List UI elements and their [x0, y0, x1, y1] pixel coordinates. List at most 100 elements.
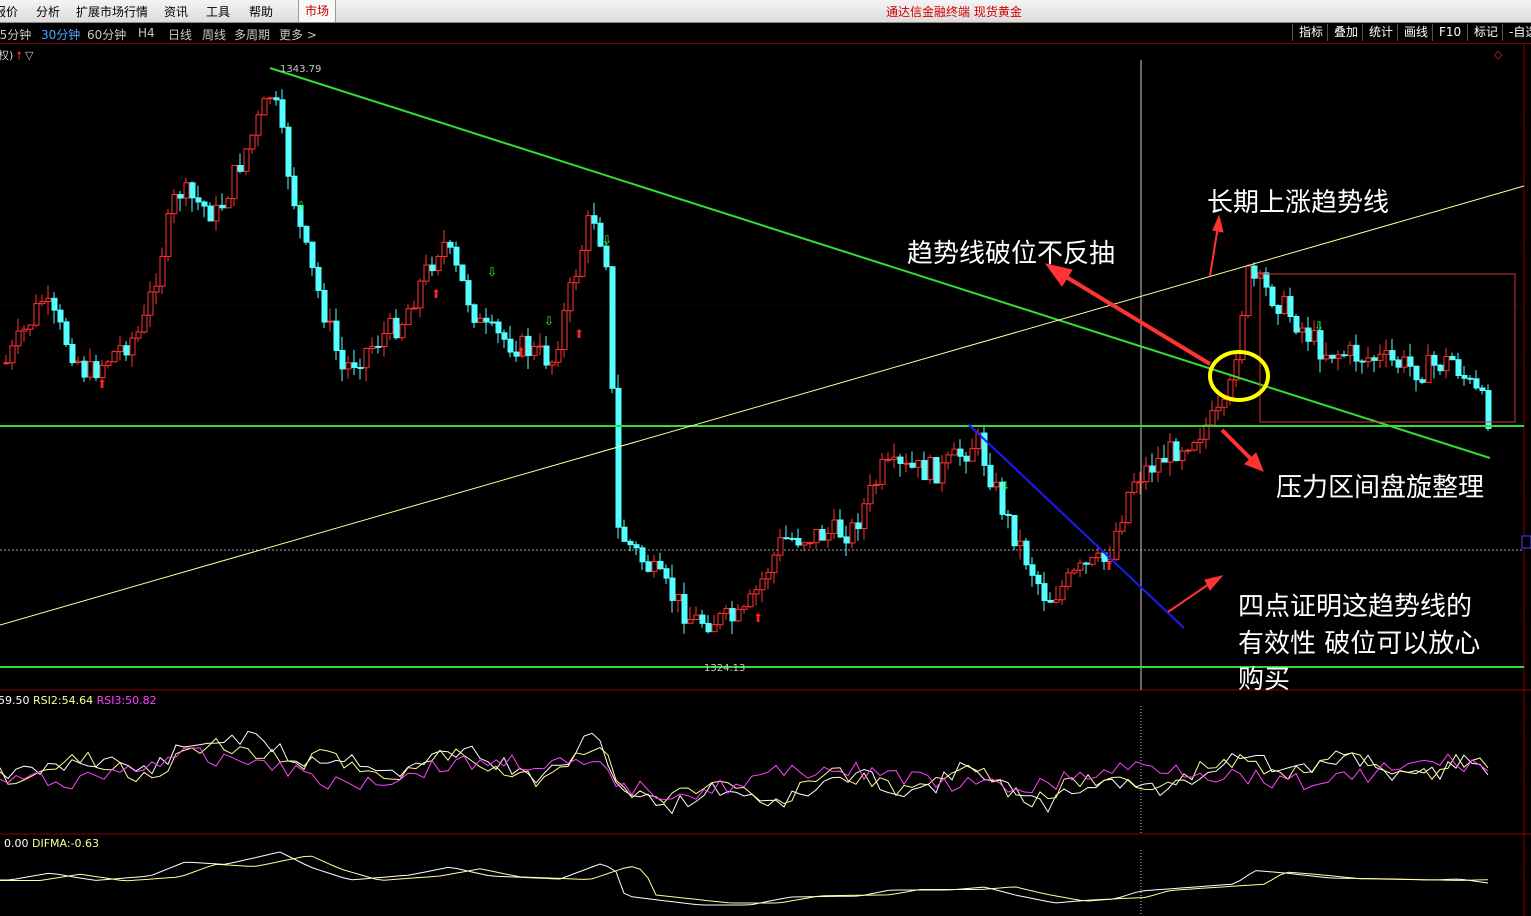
menu-market-tab[interactable]: 市场	[298, 0, 337, 22]
dif-value: 0.00	[4, 837, 29, 850]
candle-down	[81, 360, 88, 378]
candle-up	[1401, 356, 1408, 368]
candle-up	[585, 215, 592, 251]
candle-up	[813, 529, 820, 544]
menu-extended-market[interactable]: 扩展市场行情	[76, 3, 148, 20]
rsi3-label: RSI3:	[96, 694, 126, 707]
candle-down	[819, 529, 826, 541]
candle-up	[759, 578, 766, 591]
candle-down	[357, 366, 364, 369]
candle-up	[405, 308, 412, 326]
candle-up	[147, 291, 154, 316]
period-15min[interactable]: 15分钟	[0, 26, 31, 43]
candle-down	[1317, 330, 1324, 360]
candle-down	[273, 97, 280, 101]
tool-stats-button[interactable]: 统计	[1362, 24, 1399, 41]
candle-up	[993, 481, 1000, 488]
tool-f10-button[interactable]: F10	[1432, 24, 1467, 41]
candle-up	[1197, 438, 1204, 444]
candle-up	[267, 97, 274, 100]
candle-down	[705, 622, 712, 633]
period-30min[interactable]: 30分钟	[41, 26, 80, 43]
rsi1-value: 59.50	[0, 694, 30, 707]
candle-up	[159, 255, 166, 287]
tool-overlay-button[interactable]: 叠加	[1327, 24, 1364, 41]
tool-indicator-button[interactable]: 指标	[1292, 24, 1329, 41]
period-multi[interactable]: 多周期	[234, 26, 270, 43]
candle-down	[1455, 359, 1462, 377]
candle-up	[1167, 441, 1174, 463]
candle-down	[525, 335, 532, 357]
candle-up	[255, 114, 262, 136]
candle-up	[1119, 522, 1126, 532]
candle-down	[621, 526, 628, 542]
candle-up	[879, 458, 886, 485]
candle-up	[675, 594, 682, 601]
up-arrow-icon[interactable]: 🠕	[17, 49, 22, 62]
candle-up	[387, 317, 394, 335]
candle-up	[873, 483, 880, 486]
candle-down	[177, 194, 184, 199]
annotation-four-points-line3: 购买	[1238, 665, 1291, 695]
sell-signal-icon: ⇩	[296, 199, 306, 213]
candle-down	[933, 456, 940, 484]
candle-up	[27, 324, 34, 330]
period-more[interactable]: 更多 >	[279, 26, 317, 43]
candle-down	[987, 464, 994, 488]
candle-up	[1227, 379, 1234, 400]
period-daily[interactable]: 日线	[168, 26, 192, 43]
candle-down	[447, 241, 454, 248]
candle-up	[111, 351, 118, 363]
candle-down	[459, 264, 466, 282]
menu-quotes[interactable]: 报价	[0, 3, 18, 20]
period-weekly[interactable]: 周线	[202, 26, 226, 43]
candle-down	[1419, 379, 1426, 383]
difma-label: DIFMA:	[32, 837, 71, 850]
menu-help[interactable]: 帮助	[249, 3, 273, 20]
candle-down	[1029, 564, 1036, 576]
triangle-down-icon[interactable]: ▽	[25, 49, 33, 62]
candle-up	[9, 345, 16, 364]
candle-down	[1341, 354, 1348, 357]
candle-up	[831, 519, 838, 534]
candle-down	[729, 607, 736, 622]
candle-up	[261, 98, 268, 116]
candle-down	[507, 338, 514, 353]
candle-down	[501, 332, 508, 340]
candle-up	[945, 454, 952, 464]
candle-up	[1089, 557, 1096, 565]
candle-down	[543, 345, 550, 366]
menu-tools[interactable]: 工具	[206, 3, 230, 20]
period-60min[interactable]: 60分钟	[87, 26, 126, 43]
candle-down	[93, 361, 100, 379]
period-h4[interactable]: H4	[138, 26, 155, 40]
sell-signal-icon: ⇩	[1000, 479, 1010, 493]
menu-news[interactable]: 资讯	[164, 3, 188, 20]
candle-down	[1485, 390, 1492, 429]
downtrend-line	[269, 67, 1491, 459]
candle-down	[855, 522, 862, 530]
candle-down	[657, 560, 664, 570]
candle-down	[1461, 375, 1468, 379]
candle-up	[1347, 344, 1354, 356]
candle-down	[1407, 356, 1414, 367]
menu-analysis[interactable]: 分析	[36, 3, 60, 20]
tool-watchlist-button[interactable]: -自选	[1502, 24, 1531, 41]
candle-down	[591, 215, 598, 224]
candle-up	[1377, 353, 1384, 361]
candle-up	[105, 361, 112, 366]
candle-down	[1263, 272, 1270, 288]
main-pane-label: 权) 🠕 ▽	[0, 47, 34, 66]
candle-down	[285, 126, 292, 177]
sell-signal-icon: ⇩	[487, 265, 497, 279]
candle-up	[1155, 457, 1162, 473]
candle-up	[651, 560, 658, 572]
candle-up	[225, 198, 232, 209]
tool-mark-button[interactable]: 标记	[1467, 24, 1504, 41]
candle-down	[1293, 316, 1300, 333]
diamond-icon[interactable]: ◇	[1494, 48, 1503, 61]
candle-up	[1365, 357, 1372, 363]
candle-down	[615, 387, 622, 528]
candle-down	[279, 99, 286, 128]
tool-draw-button[interactable]: 画线	[1397, 24, 1434, 41]
